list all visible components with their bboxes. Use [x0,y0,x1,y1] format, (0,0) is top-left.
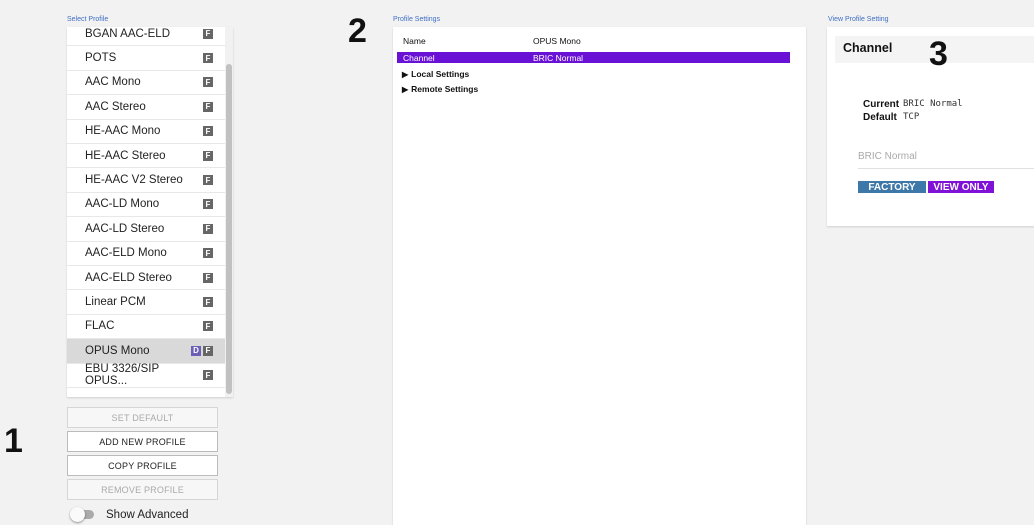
factory-badge-icon: F [203,370,213,381]
tree-remote-settings[interactable]: ▶ Remote Settings [402,84,478,94]
default-value: TCP [903,112,920,122]
current-value: BRIC Normal [903,99,963,109]
callout-1: 1 [4,422,23,460]
scrollbar-thumb[interactable] [226,64,232,394]
profile-list-item[interactable]: POTS F [67,46,225,71]
profile-list-item[interactable]: OPUS Mono D F [67,339,225,364]
factory-badge-icon: F [203,223,213,234]
profile-name: HE-AAC V2 Stereo [85,174,183,187]
profile-list-scrollbar[interactable] [225,27,233,397]
factory-badge-icon: F [203,150,213,161]
profile-list-item[interactable]: HE-AAC V2 Stereo F [67,168,225,193]
profile-settings-panel: Name OPUS Mono Channel BRIC Normal ▶ Loca… [393,27,806,525]
profile-name: AAC-ELD Stereo [85,271,172,284]
profile-list-item[interactable]: AAC-LD Mono F [67,193,225,218]
factory-badge-icon: F [203,53,213,64]
factory-badge-icon: F [203,272,213,283]
profile-list-item[interactable]: AAC Stereo F [67,95,225,120]
view-header-title: Channel [843,41,893,55]
profile-badges: F [203,370,213,381]
settings-row-channel[interactable]: Channel BRIC Normal [397,52,790,63]
profile-list-item[interactable]: AAC Mono F [67,71,225,96]
profile-settings-title: Profile Settings [393,16,441,23]
show-advanced-label: Show Advanced [106,509,189,521]
factory-badge-icon: F [203,345,213,356]
tree-local-settings[interactable]: ▶ Local Settings [402,69,469,79]
tree-label: Local Settings [411,69,470,79]
settings-value: BRIC Normal [533,52,584,63]
profile-badges: F [203,175,213,186]
select-profile-title: Select Profile [67,16,109,23]
factory-badge-icon: F [203,126,213,137]
factory-badge-icon: F [203,199,213,210]
profile-list-item[interactable]: HE-AAC Stereo F [67,144,225,169]
profile-badges: F [203,321,213,332]
profile-badges: F [203,248,213,259]
expand-arrow-icon: ▶ [402,85,409,94]
profile-badges: F [203,272,213,283]
profile-list-item[interactable]: AAC-ELD Stereo F [67,266,225,291]
factory-badge-icon: F [203,77,213,88]
factory-badge-icon: F [203,248,213,259]
input-underline [858,168,1034,169]
view-profile-setting-title: View Profile Setting [828,16,889,23]
profile-list-item[interactable]: EBU 3326/SIP OPUS... F [67,363,225,388]
profile-list-item[interactable]: HE-AAC Mono F [67,120,225,144]
profile-badges: F [203,101,213,112]
profile-badges: F [203,199,213,210]
tree-label: Remote Settings [411,84,479,94]
remove-profile-button[interactable]: REMOVE PROFILE [67,479,218,500]
profile-list-item[interactable]: FLAC F [67,315,225,340]
settings-row-name[interactable]: Name OPUS Mono [397,35,790,46]
toggle-knob[interactable] [70,507,85,522]
profile-name: AAC-LD Stereo [85,222,165,235]
profile-name: Linear PCM [85,296,146,309]
factory-tag: FACTORY [858,181,926,193]
profile-badges: F [203,223,213,234]
expand-arrow-icon: ▶ [402,70,409,79]
callout-2: 2 [348,12,367,50]
add-new-profile-button[interactable]: ADD NEW PROFILE [67,431,218,452]
copy-profile-button[interactable]: COPY PROFILE [67,455,218,476]
profile-name: FLAC [85,320,115,333]
channel-value-input[interactable]: BRIC Normal [858,151,917,162]
profile-name: POTS [85,52,117,65]
view-only-tag: VIEW ONLY [928,181,994,193]
settings-value: OPUS Mono [533,35,581,46]
profile-name: AAC Mono [85,76,141,89]
profile-list: BGAN AAC-ELD F POTS F AAC Mono F AAC Stereo F HE… [67,27,233,397]
profile-name: BGAN AAC-ELD [85,27,170,40]
profile-name: AAC-ELD Mono [85,247,167,260]
profile-name: OPUS Mono [85,344,150,357]
profile-badges: F [203,150,213,161]
profile-badges: F [203,28,213,39]
profile-badges: F [203,53,213,64]
profile-name: HE-AAC Stereo [85,149,166,162]
callout-3: 3 [929,35,948,73]
profile-name: EBU 3326/SIP OPUS... [85,363,159,388]
profile-name: HE-AAC Mono [85,125,161,138]
profile-list-item[interactable]: Linear PCM F [67,290,225,315]
factory-badge-icon: F [203,101,213,112]
profile-name: AAC-LD Mono [85,198,160,211]
settings-key: Channel [403,52,435,63]
profile-list-item[interactable]: AAC-ELD Mono F [67,242,225,266]
profile-badges: F [203,77,213,88]
profile-badges: F [203,126,213,137]
factory-badge-icon: F [203,297,213,308]
default-badge-icon: D [191,345,201,356]
settings-key: Name [403,35,426,46]
profile-name: AAC Stereo [85,100,146,113]
profile-badges: DF [191,345,213,356]
factory-badge-icon: F [203,28,213,39]
current-label: Current [863,99,900,110]
profile-badges: F [203,297,213,308]
default-label: Default [863,112,897,123]
factory-badge-icon: F [203,175,213,186]
factory-badge-icon: F [203,321,213,332]
set-default-button[interactable]: SET DEFAULT [67,407,218,428]
profile-list-item[interactable]: AAC-LD Stereo F [67,217,225,242]
profile-list-item[interactable]: BGAN AAC-ELD F [67,27,225,47]
